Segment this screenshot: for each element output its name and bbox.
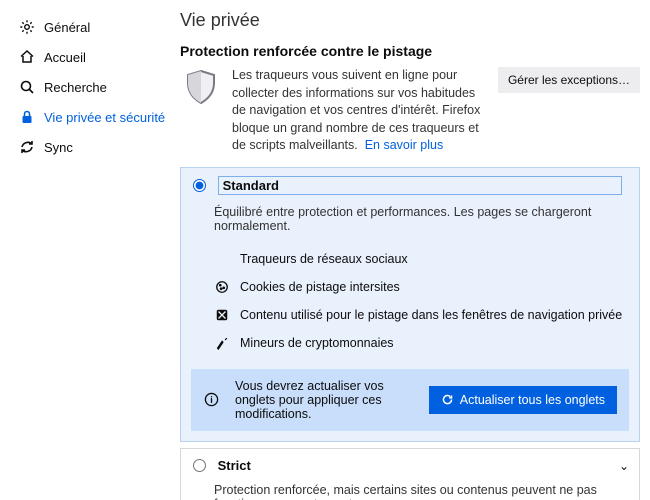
nav-search[interactable]: Recherche xyxy=(10,72,180,102)
nav-privacy[interactable]: Vie privée et sécurité xyxy=(10,102,180,132)
nav-home[interactable]: Accueil xyxy=(10,42,180,72)
option-subtitle: Protection renforcée, mais certains site… xyxy=(181,481,639,500)
info-icon xyxy=(203,392,219,408)
radio-standard[interactable] xyxy=(193,179,206,192)
cryptominer-icon xyxy=(214,335,230,351)
search-icon xyxy=(18,78,36,96)
nav-label: Vie privée et sécurité xyxy=(44,110,165,125)
nav-label: Sync xyxy=(44,140,73,155)
option-standard[interactable]: Standard Équilibré entre protection et p… xyxy=(180,167,640,442)
refresh-icon xyxy=(441,393,454,406)
refresh-tabs-button[interactable]: Actualiser tous les onglets xyxy=(429,386,617,414)
learn-more-link[interactable]: En savoir plus xyxy=(365,138,444,152)
intro-row: Les traqueurs vous suivent en ligne pour… xyxy=(180,67,640,155)
tracking-content-icon xyxy=(214,307,230,323)
nav-general[interactable]: Général xyxy=(10,12,180,42)
nav-label: Général xyxy=(44,20,90,35)
cookie-icon xyxy=(214,279,230,295)
chevron-down-icon[interactable]: ⌄ xyxy=(619,459,629,473)
gear-icon xyxy=(18,18,36,36)
nav-label: Accueil xyxy=(44,50,86,65)
sync-icon xyxy=(18,138,36,156)
shield-icon xyxy=(180,67,222,109)
nav-sync[interactable]: Sync xyxy=(10,132,180,162)
option-title: Standard xyxy=(218,176,622,195)
refresh-text: Vous devrez actualiser vos onglets pour … xyxy=(235,379,419,421)
tracker-list: Traqueurs de réseaux sociaux Cookies de … xyxy=(181,241,639,363)
refresh-notice: Vous devrez actualiser vos onglets pour … xyxy=(191,369,629,431)
tracker-item: Traqueurs de réseaux sociaux xyxy=(214,245,627,273)
social-tracker-icon xyxy=(214,251,230,267)
main-content: Vie privée Protection renforcée contre l… xyxy=(180,0,650,500)
option-strict[interactable]: ⌄ Strict Protection renforcée, mais cert… xyxy=(180,448,640,500)
tracker-item: Mineurs de cryptomonnaies xyxy=(214,329,627,357)
tracker-item: Cookies de pistage intersites xyxy=(214,273,627,301)
intro-text: Les traqueurs vous suivent en ligne pour… xyxy=(232,67,488,155)
radio-strict[interactable] xyxy=(193,459,206,472)
page-title: Vie privée xyxy=(180,10,640,31)
lock-icon xyxy=(18,108,36,126)
sidebar: Général Accueil Recherche Vie privée et … xyxy=(0,0,180,500)
option-title: Strict xyxy=(218,458,622,473)
nav-label: Recherche xyxy=(44,80,107,95)
home-icon xyxy=(18,48,36,66)
option-subtitle: Équilibré entre protection et performanc… xyxy=(181,203,639,241)
section-title: Protection renforcée contre le pistage xyxy=(180,43,640,59)
tracker-item: Contenu utilisé pour le pistage dans les… xyxy=(214,301,627,329)
manage-exceptions-button[interactable]: Gérer les exceptions… xyxy=(498,67,640,93)
